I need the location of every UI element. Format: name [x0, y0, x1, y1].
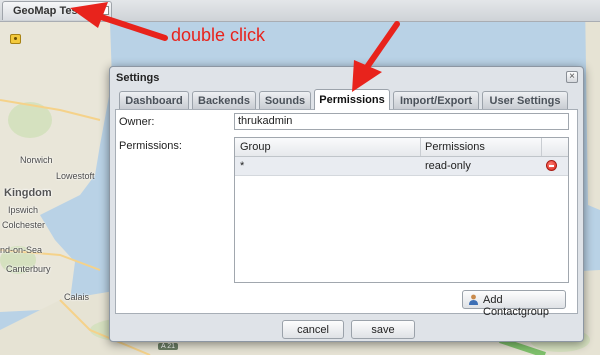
road-shield: A 21 [158, 343, 179, 350]
geomap-tab-label: GeoMap Test [13, 5, 82, 17]
map-label-lowestoft: Lowestoft [56, 171, 95, 181]
map-label-southend: nd-on-Sea [0, 245, 43, 255]
map-label-ipswich: Ipswich [8, 205, 39, 215]
column-header-permissions[interactable]: Permissions [425, 141, 485, 153]
column-header-group[interactable]: Group [240, 141, 271, 153]
owner-label: Owner: [119, 116, 155, 128]
delete-row-icon[interactable] [546, 160, 557, 171]
user-group-icon [469, 294, 478, 305]
column-divider [420, 138, 421, 156]
tab-dashboard[interactable]: Dashboard [119, 91, 189, 109]
top-tab-bar: GeoMap Test [0, 0, 600, 22]
settings-tabs: Dashboard Backends Sounds Permissions Im… [115, 89, 575, 110]
tab-backends[interactable]: Backends [192, 91, 256, 109]
grid-header: Group Permissions [235, 138, 568, 157]
column-divider [541, 138, 542, 156]
lock-icon[interactable] [10, 34, 21, 44]
add-contactgroup-button[interactable]: Add Contactgroup [462, 290, 566, 318]
map-label-calais: Calais [64, 292, 90, 302]
map-label-colchester: Colchester [2, 220, 46, 230]
table-row[interactable]: * read-only [235, 157, 568, 176]
map-label-kingdom: Kingdom [4, 187, 52, 199]
close-button[interactable]: × [566, 71, 578, 83]
owner-field[interactable]: thrukadmin [234, 113, 569, 130]
add-contactgroup-label: Add Contactgroup [483, 294, 550, 318]
permissions-panel: Owner: thrukadmin Permissions: Group Per… [115, 109, 578, 318]
row-permission-cell[interactable]: read-only [425, 160, 471, 172]
tab-user-settings[interactable]: User Settings [482, 91, 568, 109]
map-label-norwich: Norwich [20, 155, 53, 165]
save-button[interactable]: save [351, 320, 415, 339]
annotation-text: double click [171, 25, 266, 45]
settings-dialog: Settings × Dashboard Backends Sounds Per… [109, 66, 584, 342]
dialog-title: Settings [116, 72, 160, 84]
row-group-cell[interactable]: * [240, 160, 244, 172]
cancel-button[interactable]: cancel [282, 320, 344, 339]
tab-permissions[interactable]: Permissions [314, 89, 390, 110]
map-label-canterbury: Canterbury [6, 264, 51, 274]
tab-import-export[interactable]: Import/Export [393, 91, 479, 109]
tab-sounds[interactable]: Sounds [259, 91, 311, 109]
permissions-grid: Group Permissions * read-only [234, 137, 569, 283]
geomap-tab[interactable]: GeoMap Test [2, 1, 112, 20]
permissions-label: Permissions: [119, 140, 182, 152]
tab-page-icon[interactable] [99, 6, 109, 15]
